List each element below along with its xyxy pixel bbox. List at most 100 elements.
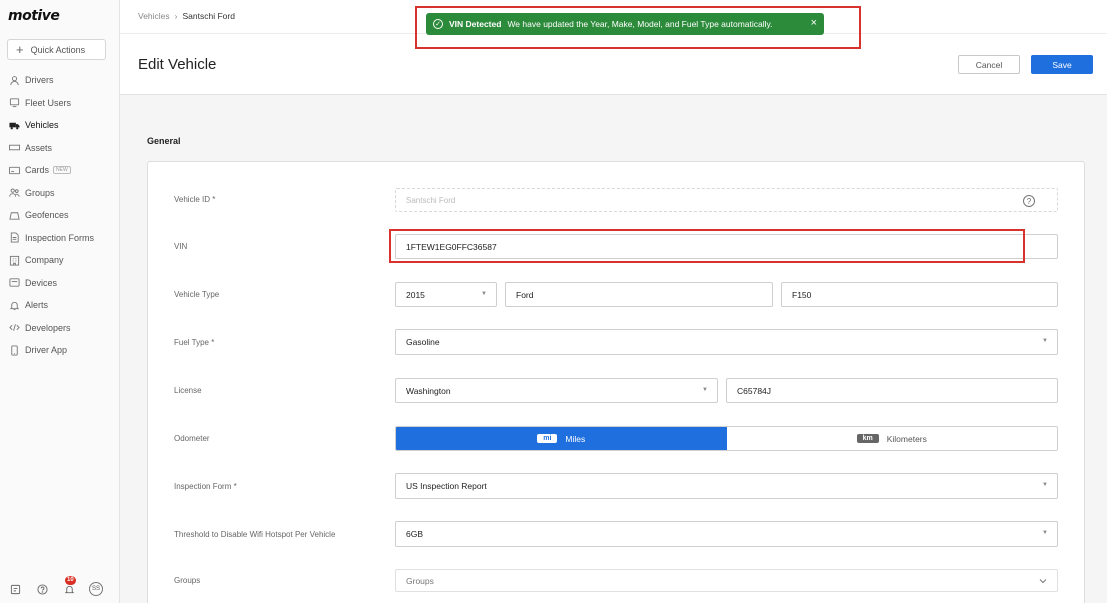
save-button[interactable]: Save (1031, 55, 1093, 74)
building-icon (8, 254, 20, 266)
year-value: 2015 (406, 289, 425, 300)
wifi-threshold-select[interactable]: 6GB ▼ (395, 521, 1058, 547)
cancel-button[interactable]: Cancel (958, 55, 1020, 74)
sidebar-item-label: Inspection Forms (25, 232, 95, 243)
chevron-down-icon (1039, 579, 1047, 584)
avatar[interactable]: SS (89, 582, 103, 596)
toast-message: We have updated the Year, Make, Model, a… (507, 19, 773, 29)
license-state-value: Washington (406, 385, 451, 396)
sidebar-item-label: Drivers (25, 75, 54, 86)
mi-chip: mi (537, 434, 558, 443)
truck-icon (8, 119, 20, 131)
license-plate-value: C65784J (737, 385, 772, 396)
notifications-icon[interactable]: 10 (62, 576, 76, 596)
odometer-unit-toggle: mi Miles km Kilometers (395, 426, 1058, 451)
license-state-select[interactable]: Washington ▼ (395, 378, 718, 403)
help-icon[interactable]: ? (1023, 195, 1035, 207)
bell-icon (8, 299, 20, 311)
sidebar-item-geofences[interactable]: Geofences (0, 204, 119, 227)
sidebar-item-drivers[interactable]: Drivers (0, 69, 119, 92)
sidebar-item-label: Cards (25, 165, 50, 176)
year-select[interactable]: 2015 ▼ (395, 282, 497, 307)
sidebar-item-inspection-forms[interactable]: Inspection Forms (0, 227, 119, 250)
sidebar-footer: 10 SS (8, 576, 103, 596)
kilometers-label: Kilometers (886, 433, 927, 444)
sidebar-item-driver-app[interactable]: Driver App (0, 339, 119, 362)
sidebar-item-developers[interactable]: Developers (0, 317, 119, 340)
odometer-miles-option[interactable]: mi Miles (396, 427, 727, 450)
sidebar-item-alerts[interactable]: Alerts (0, 294, 119, 317)
help-center-icon[interactable] (8, 582, 22, 596)
groups-label: Groups (174, 576, 201, 585)
caret-down-icon: ▼ (702, 387, 708, 393)
wifi-threshold-label: Threshold to Disable Wifi Hotspot Per Ve… (174, 530, 336, 539)
vehicle-type-label: Vehicle Type (174, 290, 220, 299)
sidebar-item-groups[interactable]: Groups (0, 182, 119, 205)
model-input[interactable]: F150 (781, 282, 1058, 307)
card-icon (8, 164, 20, 176)
sidebar-nav: Drivers Fleet Users Vehicles Assets Card… (0, 69, 119, 362)
sidebar-item-label: Company (25, 255, 64, 266)
toast-title: VIN Detected (449, 19, 502, 29)
miles-label: Miles (565, 433, 586, 444)
page-title: Edit Vehicle (138, 56, 217, 73)
vin-highlight-frame (389, 229, 1025, 263)
fuel-type-select[interactable]: Gasoline ▼ (395, 329, 1058, 355)
sidebar-item-label: Driver App (25, 345, 68, 356)
vehicle-id-value: Santschi Ford (406, 195, 456, 205)
question-icon[interactable] (35, 582, 49, 596)
quick-actions-button[interactable]: + Quick Actions (7, 39, 106, 60)
groups-icon (8, 187, 20, 199)
code-icon (8, 322, 20, 334)
license-plate-input[interactable]: C65784J (726, 378, 1058, 403)
make-input[interactable]: Ford (505, 282, 773, 307)
close-icon[interactable]: × (811, 17, 817, 29)
inspection-form-select[interactable]: US Inspection Report ▼ (395, 473, 1058, 499)
vehicle-id-field: Santschi Ford ? (395, 188, 1058, 212)
person-icon (8, 74, 20, 86)
devices-icon (8, 277, 20, 289)
inspection-form-value: US Inspection Report (406, 481, 487, 491)
inspection-form-label: Inspection Form * (174, 482, 237, 491)
caret-down-icon: ▼ (481, 291, 487, 297)
new-badge: NEW (53, 166, 71, 175)
sidebar-item-label: Alerts (25, 300, 49, 311)
quick-actions-label: Quick Actions (30, 44, 86, 55)
sidebar: motive + Quick Actions Drivers Fleet Use… (0, 0, 120, 603)
vehicle-id-label: Vehicle ID * (174, 195, 216, 204)
section-title-general: General (147, 136, 181, 146)
sidebar-item-label: Geofences (25, 210, 69, 221)
fuel-type-value: Gasoline (406, 337, 440, 347)
license-label: License (174, 386, 202, 395)
sidebar-item-label: Developers (25, 322, 71, 333)
sidebar-item-company[interactable]: Company (0, 249, 119, 272)
fuel-type-label: Fuel Type * (174, 338, 215, 347)
caret-down-icon: ▼ (1042, 482, 1048, 488)
caret-down-icon: ▼ (1042, 338, 1048, 344)
sidebar-item-label: Vehicles (25, 120, 59, 131)
sidebar-item-label: Groups (25, 187, 55, 198)
sidebar-item-devices[interactable]: Devices (0, 272, 119, 295)
vin-detected-toast: ✓ VIN Detected We have updated the Year,… (426, 13, 824, 35)
sidebar-item-fleet-users[interactable]: Fleet Users (0, 92, 119, 115)
odometer-kilometers-option[interactable]: km Kilometers (726, 427, 1057, 450)
breadcrumb-current: Santschi Ford (182, 11, 235, 21)
breadcrumb-vehicles-link[interactable]: Vehicles (138, 11, 170, 21)
groups-select[interactable]: Groups (395, 569, 1058, 592)
sidebar-item-assets[interactable]: Assets (0, 137, 119, 160)
motive-logo[interactable]: motive (8, 8, 60, 24)
groups-placeholder: Groups (406, 575, 434, 586)
odometer-label: Odometer (174, 434, 210, 443)
notification-count-badge: 10 (65, 576, 76, 585)
vin-label: VIN (174, 242, 188, 251)
breadcrumb: Vehicles › Santschi Ford (138, 11, 235, 21)
sidebar-item-vehicles[interactable]: Vehicles (0, 114, 119, 137)
phone-icon (8, 344, 20, 356)
km-chip: km (856, 434, 879, 443)
model-value: F150 (792, 289, 812, 300)
check-circle-icon: ✓ (433, 19, 443, 29)
sidebar-item-cards[interactable]: Cards NEW (0, 159, 119, 182)
monitor-icon (8, 97, 20, 109)
make-value: Ford (516, 289, 534, 300)
caret-down-icon: ▼ (1042, 530, 1048, 536)
